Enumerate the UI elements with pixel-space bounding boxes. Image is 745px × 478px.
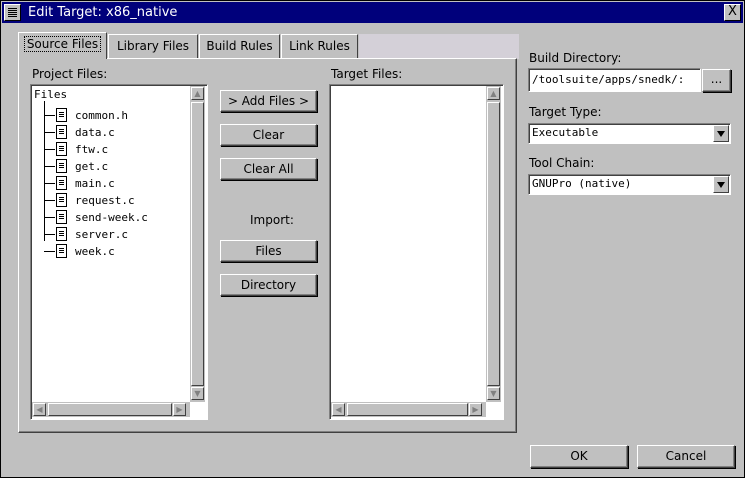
file-icon [56, 142, 67, 156]
file-icon [56, 176, 67, 190]
target-files-label: Target Files: [331, 67, 403, 81]
ok-button[interactable]: OK [530, 445, 628, 468]
file-icon [56, 193, 67, 207]
scroll-right-icon[interactable]: ▶ [469, 403, 482, 416]
scroll-down-icon[interactable]: ▼ [191, 387, 204, 400]
chevron-down-icon[interactable] [713, 176, 729, 193]
scroll-up-icon[interactable]: ▲ [191, 87, 204, 100]
add-files-button[interactable]: > Add Files > [220, 90, 317, 112]
title-bar[interactable]: Edit Target: x86_native X [2, 2, 743, 23]
target-files-hscrollbar[interactable]: ◀ ▶ [331, 402, 486, 417]
file-icon [56, 125, 67, 139]
scroll-thumb[interactable] [191, 102, 204, 386]
file-icon [56, 108, 67, 122]
tab-build-rules-label: Build Rules [206, 39, 273, 53]
scroll-right-icon[interactable]: ▶ [173, 403, 186, 416]
tool-chain-value: GNUPro (native) [532, 177, 632, 190]
hscroll-thumb[interactable] [48, 403, 172, 416]
tab-link-rules-label: Link Rules [289, 39, 350, 53]
tab-library-files-label: Library Files [116, 39, 190, 53]
window-title: Edit Target: x86_native [28, 5, 178, 20]
tab-library-files[interactable]: Library Files [108, 34, 198, 59]
chevron-down-icon[interactable] [713, 125, 729, 142]
edit-target-dialog: Edit Target: x86_native X Source Files L… [0, 0, 745, 478]
project-files-tree[interactable]: Files common.h data.c ftw.c get.c main.c… [30, 84, 208, 420]
tab-strip-background [359, 34, 519, 59]
tab-source-files[interactable]: Source Files [18, 32, 107, 59]
scroll-thumb[interactable] [487, 102, 500, 386]
file-icon [56, 210, 67, 224]
tree-root-files[interactable]: Files [34, 88, 67, 101]
project-files-hscrollbar[interactable]: ◀ ▶ [32, 402, 190, 417]
target-type-label: Target Type: [529, 105, 602, 119]
target-type-value: Executable [532, 126, 599, 139]
tree-connector-line [44, 101, 45, 241]
clear-button[interactable]: Clear [220, 124, 317, 146]
file-icon [56, 227, 67, 241]
import-files-button[interactable]: Files [220, 240, 317, 262]
file-icon [56, 159, 67, 173]
import-directory-button[interactable]: Directory [220, 274, 317, 296]
tab-build-rules[interactable]: Build Rules [199, 34, 280, 59]
target-files-vscrollbar[interactable]: ▲ ▼ [486, 86, 501, 402]
tab-source-files-label: Source Files [23, 36, 102, 52]
scroll-up-icon[interactable]: ▲ [487, 87, 500, 100]
import-label: Import: [250, 213, 294, 227]
scroll-left-icon[interactable]: ◀ [33, 403, 46, 416]
build-directory-input[interactable]: /toolsuite/apps/snedk/: [528, 68, 701, 92]
target-type-select[interactable]: Executable [528, 123, 731, 144]
clear-all-button[interactable]: Clear All [220, 158, 317, 180]
hscroll-thumb[interactable] [347, 403, 468, 416]
cancel-button[interactable]: Cancel [637, 445, 735, 468]
project-files-vscrollbar[interactable]: ▲ ▼ [190, 86, 205, 402]
tab-link-rules[interactable]: Link Rules [281, 34, 358, 59]
target-files-list[interactable]: ▲ ▼ ◀ ▶ [329, 84, 504, 420]
file-icon [56, 244, 67, 258]
system-menu-icon[interactable] [4, 4, 21, 21]
tool-chain-select[interactable]: GNUPro (native) [528, 174, 731, 195]
scroll-left-icon[interactable]: ◀ [332, 403, 345, 416]
browse-directory-button[interactable]: ... [702, 69, 731, 92]
build-directory-label: Build Directory: [529, 51, 622, 65]
scroll-down-icon[interactable]: ▼ [487, 387, 500, 400]
tool-chain-label: Tool Chain: [529, 156, 595, 170]
project-files-label: Project Files: [32, 67, 108, 81]
close-icon[interactable]: X [724, 4, 741, 21]
